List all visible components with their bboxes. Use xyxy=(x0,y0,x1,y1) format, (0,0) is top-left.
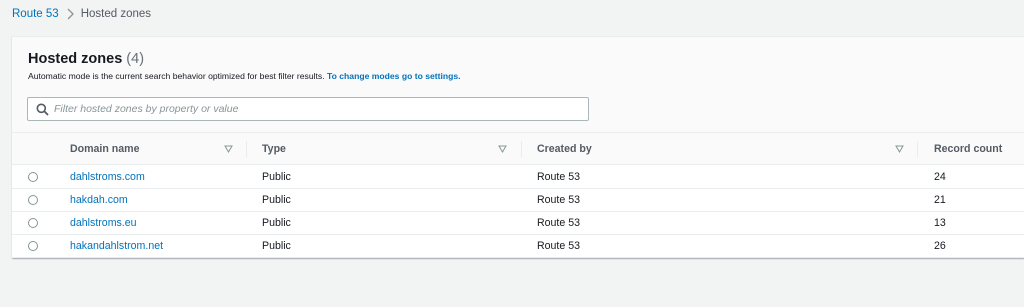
row-select-radio[interactable] xyxy=(28,172,38,182)
domain-name-link[interactable]: dahlstroms.com xyxy=(70,166,145,189)
breadcrumb-current: Hosted zones xyxy=(80,8,152,20)
record-count: 24 xyxy=(934,171,946,183)
panel-header: Hosted zones (4) Automatic mode is the c… xyxy=(12,37,1024,133)
row-select-radio[interactable] xyxy=(28,218,38,228)
record-count: 21 xyxy=(934,194,946,206)
table-row[interactable]: hakandahlstrom.net Public Route 53 26 xyxy=(12,235,1024,258)
created-by: Route 53 xyxy=(537,217,580,229)
zone-type: Public xyxy=(262,171,291,183)
search-icon xyxy=(36,103,49,116)
column-divider[interactable] xyxy=(917,141,918,157)
table-row[interactable]: dahlstroms.com Public Route 53 24 xyxy=(12,166,1024,189)
hosted-zones-panel: Hosted zones (4) Automatic mode is the c… xyxy=(12,36,1024,258)
breadcrumb-route53-link[interactable]: Route 53 xyxy=(12,8,59,20)
domain-name-link[interactable]: hakandahlstrom.net xyxy=(70,235,163,258)
title-text: Hosted zones xyxy=(28,51,123,67)
sort-descending-icon[interactable] xyxy=(498,145,507,153)
record-count: 26 xyxy=(934,240,946,252)
sort-descending-icon[interactable] xyxy=(895,145,904,153)
search-box[interactable] xyxy=(27,97,589,121)
table-header: Domain name Type Created by Record count xyxy=(12,133,1024,165)
zone-count: (4) xyxy=(126,51,145,67)
column-header-domain-name[interactable]: Domain name xyxy=(70,133,139,165)
page-title: Hosted zones (4) xyxy=(28,51,144,67)
table-row[interactable]: hakdah.com Public Route 53 21 xyxy=(12,189,1024,212)
zone-type: Public xyxy=(262,240,291,252)
row-select-radio[interactable] xyxy=(28,195,38,205)
column-header-record-count[interactable]: Record count xyxy=(934,133,1002,165)
created-by: Route 53 xyxy=(537,171,580,183)
created-by: Route 53 xyxy=(537,240,580,252)
chevron-right-icon xyxy=(67,8,74,20)
domain-name-link[interactable]: hakdah.com xyxy=(70,189,128,212)
zone-type: Public xyxy=(262,194,291,206)
settings-link[interactable]: To change modes go to settings. xyxy=(327,71,461,81)
column-divider[interactable] xyxy=(521,141,522,157)
domain-name-link[interactable]: dahlstroms.eu xyxy=(70,212,137,235)
row-select-radio[interactable] xyxy=(28,241,38,251)
search-mode-description: Automatic mode is the current search beh… xyxy=(28,71,461,81)
table-row[interactable]: dahlstroms.eu Public Route 53 13 xyxy=(12,212,1024,235)
record-count: 13 xyxy=(934,217,946,229)
created-by: Route 53 xyxy=(537,194,580,206)
column-header-created-by[interactable]: Created by xyxy=(537,133,592,165)
column-header-type[interactable]: Type xyxy=(262,133,286,165)
search-input[interactable] xyxy=(54,99,584,119)
description-text: Automatic mode is the current search beh… xyxy=(28,71,325,81)
column-divider[interactable] xyxy=(246,141,247,157)
breadcrumb: Route 53 Hosted zones xyxy=(12,8,151,20)
zone-type: Public xyxy=(262,217,291,229)
sort-descending-icon[interactable] xyxy=(224,145,233,153)
